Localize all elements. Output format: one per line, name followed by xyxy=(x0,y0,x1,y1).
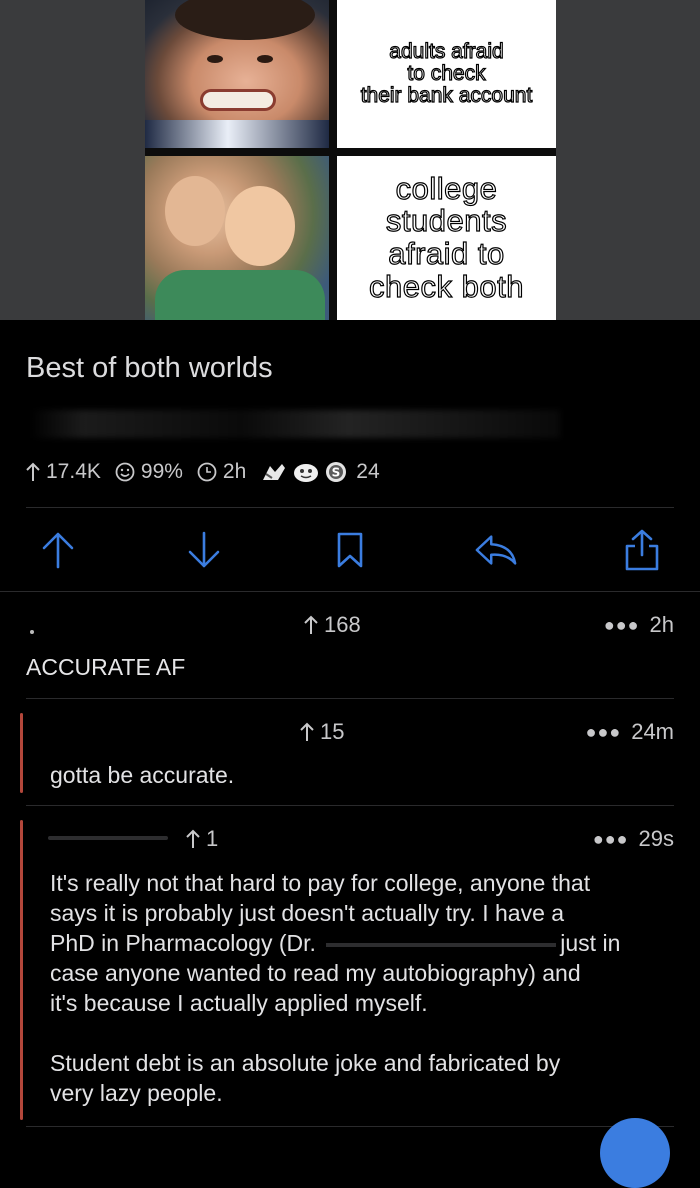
awards-stat[interactable]: S 24 xyxy=(260,460,380,484)
comment-age: 2h xyxy=(649,612,674,637)
meme-panel-babies xyxy=(145,156,329,320)
post-title: Best of both worlds xyxy=(26,352,273,384)
svg-text:S: S xyxy=(332,466,341,480)
comment-line: says it is probably just doesn't actuall… xyxy=(50,900,565,926)
comment-reply: 1 ●●● 29s It's really not that hard to p… xyxy=(0,806,700,1126)
smiley-icon xyxy=(115,462,135,482)
reply-button[interactable] xyxy=(474,528,518,572)
comment-vote-count: 1 xyxy=(206,826,219,851)
age-stat: 2h xyxy=(197,460,246,484)
compose-reply-button[interactable] xyxy=(600,1118,670,1188)
comment-line: Student debt is an absolute joke and fab… xyxy=(50,1050,561,1076)
meme-top-line: to check xyxy=(407,61,486,85)
thread-line xyxy=(20,820,23,1120)
post-age: 2h xyxy=(222,460,247,483)
meme-bottom-line: afraid to xyxy=(388,236,505,271)
comment-score[interactable]: 168 xyxy=(304,612,361,638)
comment-line: case anyone wanted to read my autobiogra… xyxy=(50,960,581,986)
comment-body: It's really not that hard to pay for col… xyxy=(50,868,680,1108)
thread-line xyxy=(20,713,23,793)
divider xyxy=(26,507,674,508)
comment-line: It's really not that hard to pay for col… xyxy=(50,870,591,896)
comment-meta: ●●● 2h xyxy=(604,612,674,638)
award-silver-icon: S xyxy=(326,462,347,482)
post-action-bar xyxy=(0,520,700,580)
bookmark-icon xyxy=(337,532,363,568)
meme-bottom-line: check both xyxy=(368,268,524,304)
meme-panel-grimace-face xyxy=(145,0,329,148)
save-button[interactable] xyxy=(328,528,372,572)
comment-body: ACCURATE AF xyxy=(26,654,186,680)
meme-image[interactable]: adults afraid to check their bank accoun… xyxy=(145,0,556,320)
upvote-count: 17.4K xyxy=(46,460,101,483)
comment-vote-count: 168 xyxy=(324,612,361,637)
arrow-up-icon xyxy=(26,462,40,481)
comment-meta: ●●● 29s xyxy=(593,826,674,852)
comment-line-redacted: PhD in Pharmacology (Dr. just in xyxy=(50,928,680,958)
divider xyxy=(26,1126,674,1127)
comment-reply: 15 ●●● 24m gotta be accurate. xyxy=(0,699,700,805)
arrow-down-icon xyxy=(188,531,220,568)
meme-bottom-line: college xyxy=(395,170,498,206)
arrow-up-icon xyxy=(300,722,314,741)
post-image-backdrop: adults afraid to check their bank accoun… xyxy=(0,0,700,320)
comment-score[interactable]: 1 xyxy=(186,826,218,852)
comment-age: 29s xyxy=(638,826,674,851)
clock-icon xyxy=(197,462,217,482)
comment-meta: ●●● 24m xyxy=(586,719,674,745)
meme-panel-bottom-text: college students afraid to check both xyxy=(337,156,556,320)
award-count: 24 xyxy=(356,460,380,483)
share-icon xyxy=(625,529,659,571)
redacted-username xyxy=(30,630,34,634)
upvote-button[interactable] xyxy=(36,528,80,572)
comment: 168 ●●● 2h ACCURATE AF xyxy=(0,592,700,698)
arrow-up-icon xyxy=(304,615,318,634)
award-hands-icon xyxy=(263,464,286,480)
share-button[interactable] xyxy=(620,528,664,572)
award-face-icon xyxy=(294,464,319,482)
more-options-icon[interactable]: ●●● xyxy=(593,829,629,850)
comment-line-end: just in xyxy=(560,930,621,956)
comment-score[interactable]: 15 xyxy=(300,719,344,745)
comment-line: it's because I actually applied myself. xyxy=(50,990,428,1016)
meme-top-line: adults afraid xyxy=(389,39,505,63)
arrow-up-icon xyxy=(42,532,74,569)
meme-top-line: their bank account xyxy=(360,84,533,108)
comment-vote-count: 15 xyxy=(320,719,345,744)
meme-bottom-line: students xyxy=(385,203,508,239)
redacted-author-line xyxy=(30,410,560,438)
comment-age: 24m xyxy=(631,719,674,744)
upvote-ratio: 99% xyxy=(140,460,183,483)
upvote-stat: 17.4K xyxy=(26,460,101,484)
meme-panel-top-text: adults afraid to check their bank accoun… xyxy=(337,0,556,148)
downvote-button[interactable] xyxy=(182,528,226,572)
redacted-username xyxy=(48,836,168,840)
comment-line-start: PhD in Pharmacology (Dr. xyxy=(50,930,316,956)
reply-arrow-icon xyxy=(475,535,517,565)
arrow-up-icon xyxy=(186,829,200,848)
more-options-icon[interactable]: ●●● xyxy=(604,615,640,636)
comment-line: very lazy people. xyxy=(50,1080,223,1106)
redacted-name xyxy=(326,942,557,947)
comment-body: gotta be accurate. xyxy=(50,762,235,788)
ratio-stat: 99% xyxy=(115,460,183,484)
more-options-icon[interactable]: ●●● xyxy=(586,722,622,743)
post-stats: 17.4K 99% 2h S 24 xyxy=(26,458,394,486)
